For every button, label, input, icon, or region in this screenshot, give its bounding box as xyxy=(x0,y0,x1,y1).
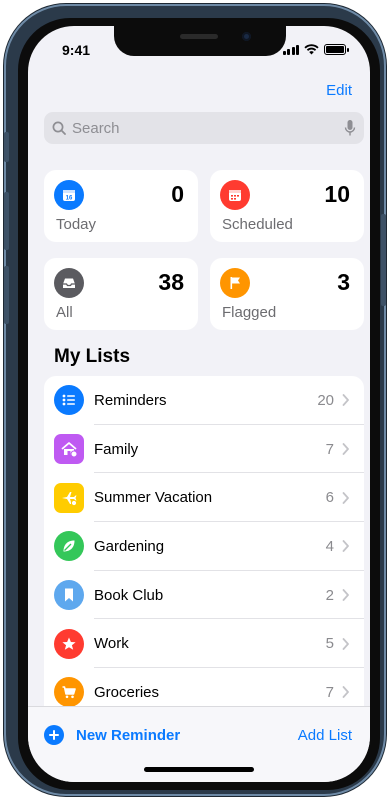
list-count: 7 xyxy=(325,683,334,701)
all-count: 38 xyxy=(158,269,184,295)
list-name: Gardening xyxy=(94,537,165,555)
flag-icon xyxy=(220,268,250,298)
chevron-right-icon xyxy=(342,637,349,650)
tray-icon xyxy=(54,268,84,298)
volume-down-button xyxy=(4,266,9,324)
status-time: 9:41 xyxy=(62,42,91,58)
chevron-right-icon xyxy=(342,686,349,699)
add-list-button[interactable]: Add List xyxy=(298,727,352,744)
search-field[interactable]: Search xyxy=(44,112,364,144)
calendar-icon: 16 xyxy=(54,180,84,210)
chevron-right-icon xyxy=(342,540,349,553)
wifi-icon xyxy=(304,44,319,55)
all-label: All xyxy=(56,304,73,321)
scheduled-card[interactable]: 10 Scheduled xyxy=(210,170,364,242)
screen: 9:41 Edit Search 16 0 Today 10 Scheduled… xyxy=(28,26,370,782)
star-icon xyxy=(54,628,84,659)
list-name: Book Club xyxy=(94,586,164,604)
microphone-icon[interactable] xyxy=(344,119,356,137)
search-icon xyxy=(52,121,66,135)
list-name: Family xyxy=(94,440,139,458)
list-count: 6 xyxy=(325,489,334,507)
list-name: Work xyxy=(94,635,129,653)
chevron-right-icon xyxy=(342,394,349,407)
calendar-grid-icon xyxy=(220,180,250,210)
edit-button[interactable]: Edit xyxy=(326,82,352,99)
signal-icon xyxy=(282,45,299,55)
battery-icon xyxy=(324,44,349,55)
side-button xyxy=(381,214,386,306)
silent-switch xyxy=(4,132,9,162)
camera xyxy=(242,32,251,41)
flagged-count: 3 xyxy=(337,269,350,295)
list-name: Summer Vacation xyxy=(94,489,213,507)
svg-text:16: 16 xyxy=(66,196,73,202)
list-bullet-icon xyxy=(54,385,84,416)
today-label: Today xyxy=(56,216,97,233)
all-card[interactable]: 38 All xyxy=(44,258,198,330)
scheduled-count: 10 xyxy=(324,181,350,207)
house-icon xyxy=(54,434,84,465)
speaker xyxy=(180,34,218,39)
list-item-groceries[interactable]: Groceries 7 xyxy=(44,668,364,708)
new-reminder-button[interactable]: New Reminder xyxy=(44,725,180,745)
my-lists: Reminders 20 Family 7 Summer Vacation 6 xyxy=(44,376,364,708)
list-count: 20 xyxy=(317,391,334,409)
bottom-toolbar: New Reminder Add List xyxy=(28,706,370,782)
status-icons xyxy=(282,44,349,55)
chevron-right-icon xyxy=(342,443,349,455)
list-name: Reminders xyxy=(94,391,167,409)
scheduled-label: Scheduled xyxy=(222,216,293,233)
today-card[interactable]: 16 0 Today xyxy=(44,170,198,242)
home-indicator xyxy=(144,767,254,772)
new-reminder-label: New Reminder xyxy=(76,726,181,744)
list-item-summer-vacation[interactable]: Summer Vacation 6 xyxy=(44,473,364,523)
chevron-right-icon xyxy=(342,589,349,601)
list-count: 4 xyxy=(325,537,334,555)
notch xyxy=(114,26,286,56)
list-item-family[interactable]: Family 7 xyxy=(44,425,364,474)
my-lists-title: My Lists xyxy=(54,346,131,367)
airplane-icon xyxy=(54,482,84,513)
search-placeholder: Search xyxy=(72,119,120,137)
leaf-icon xyxy=(54,531,84,562)
bookmark-icon xyxy=(54,580,84,611)
list-count: 7 xyxy=(325,440,334,458)
list-item-work[interactable]: Work 5 xyxy=(44,619,364,669)
list-count: 2 xyxy=(325,586,334,604)
today-count: 0 xyxy=(171,181,184,207)
chevron-right-icon xyxy=(342,491,349,504)
flagged-label: Flagged xyxy=(222,304,277,321)
volume-up-button xyxy=(4,192,9,250)
list-item-book-club[interactable]: Book Club 2 xyxy=(44,571,364,620)
list-count: 5 xyxy=(325,635,334,653)
plus-circle-icon xyxy=(44,725,64,745)
list-name: Groceries xyxy=(94,683,160,701)
cart-icon xyxy=(54,677,84,708)
list-item-reminders[interactable]: Reminders 20 xyxy=(44,376,364,425)
list-item-gardening[interactable]: Gardening 4 xyxy=(44,522,364,571)
flagged-card[interactable]: 3 Flagged xyxy=(210,258,364,330)
